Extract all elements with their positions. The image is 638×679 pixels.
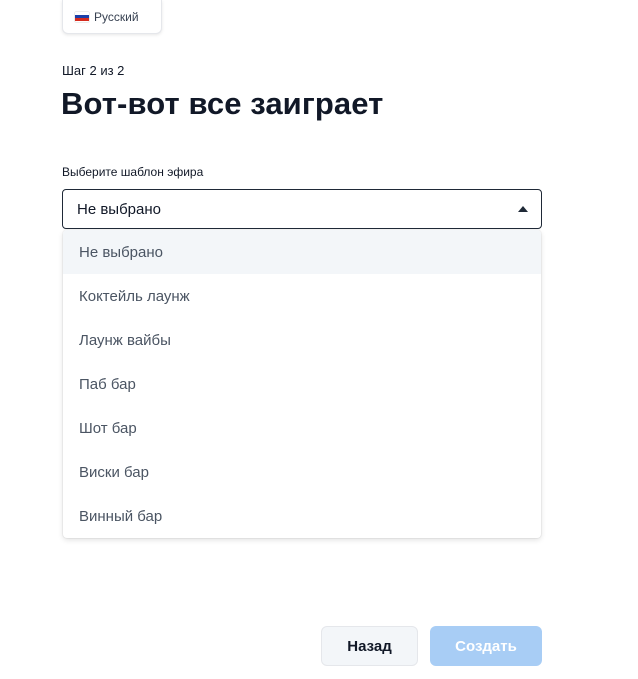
language-selector-button[interactable]: Русский (62, 0, 162, 34)
template-select-value: Не выбрано (77, 200, 161, 218)
template-option-none[interactable]: Не выбрано (63, 230, 541, 274)
caret-up-icon (518, 206, 528, 212)
language-label: Русский (94, 9, 139, 24)
page: Русский Шаг 2 из 2 Вот-вот все заиграет … (0, 0, 638, 679)
template-dropdown-menu: Не выбрано Коктейль лаунж Лаунж вайбы Па… (63, 230, 541, 538)
template-select[interactable]: Не выбрано (62, 189, 542, 229)
template-option-pub-bar[interactable]: Паб бар (63, 362, 541, 406)
step-indicator: Шаг 2 из 2 (62, 63, 125, 78)
template-option-lounge-vibes[interactable]: Лаунж вайбы (63, 318, 541, 362)
template-option-whisky-bar[interactable]: Виски бар (63, 450, 541, 494)
back-button[interactable]: Назад (321, 626, 418, 666)
template-option-wine-bar[interactable]: Винный бар (63, 494, 541, 538)
template-field-label: Выберите шаблон эфира (62, 165, 204, 179)
flag-stripe-red (75, 18, 89, 22)
template-option-cocktail-lounge[interactable]: Коктейль лаунж (63, 274, 541, 318)
page-title: Вот-вот все заиграет (61, 86, 384, 121)
create-button[interactable]: Создать (430, 626, 542, 666)
russia-flag-icon (75, 11, 89, 22)
template-option-shot-bar[interactable]: Шот бар (63, 406, 541, 450)
